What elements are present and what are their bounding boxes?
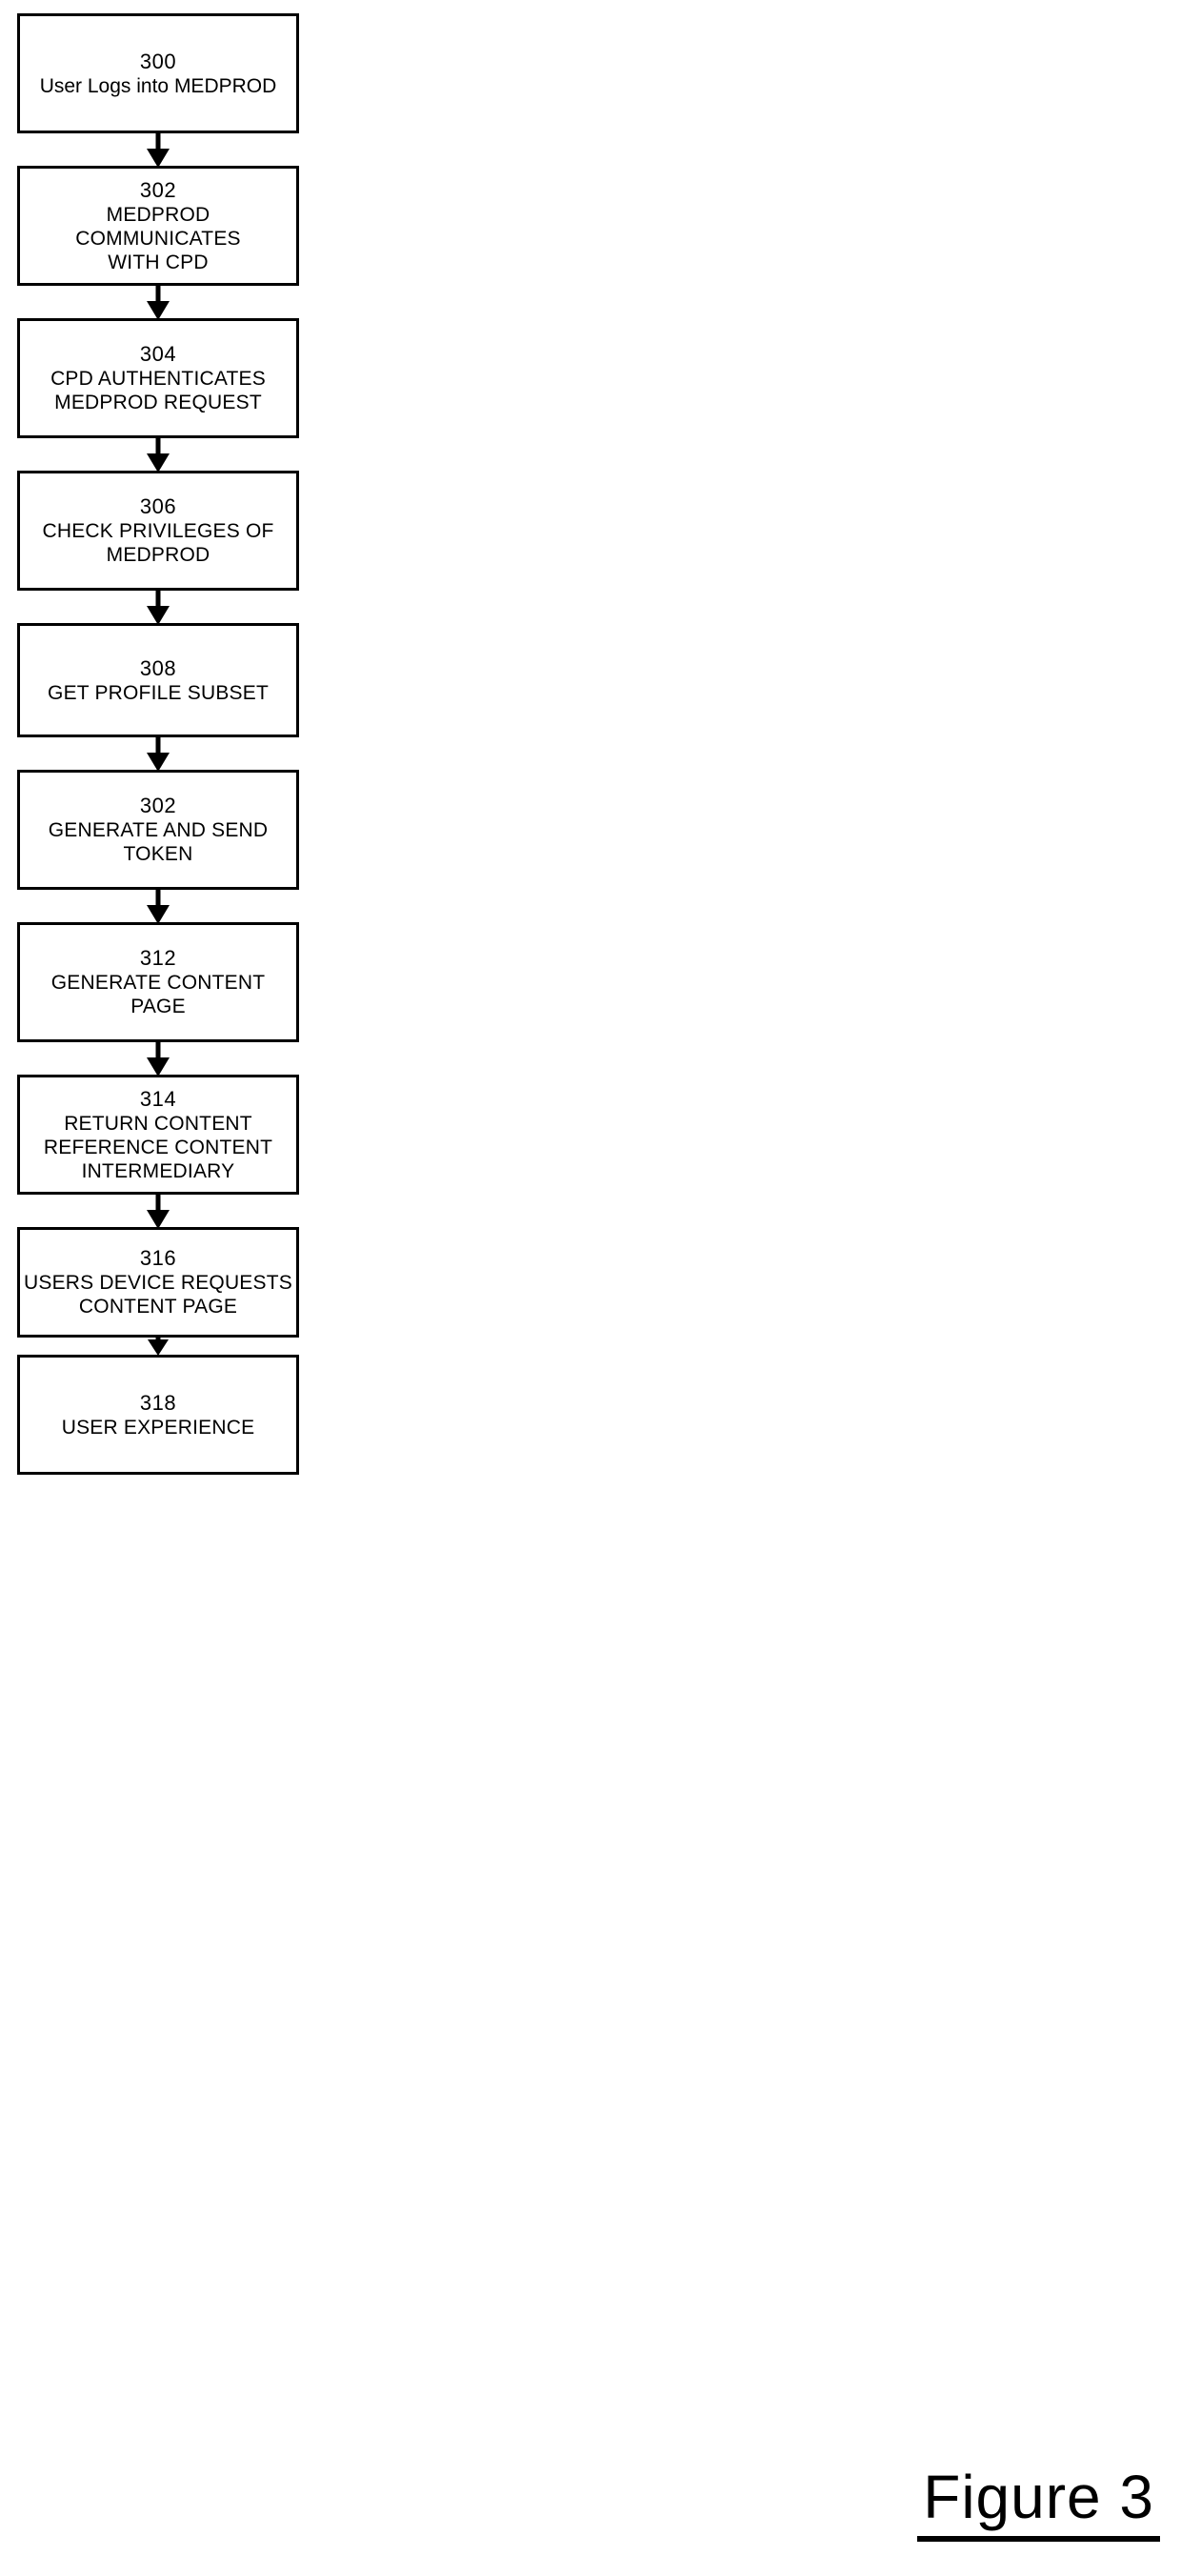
process-node: 314 RETURN CONTENT REFERENCE CONTENT INTE… xyxy=(17,1075,299,1195)
arrow-head xyxy=(148,1339,169,1356)
flow-arrow-down-icon xyxy=(17,1042,299,1077)
node-label: User Logs into MEDPROD xyxy=(39,74,277,97)
flow-arrow-down-icon xyxy=(17,1338,299,1356)
node-reference-number: 306 xyxy=(139,494,177,518)
node-label: RETURN CONTENT REFERENCE CONTENT INTERME… xyxy=(43,1112,273,1182)
arrow-head xyxy=(147,453,170,473)
node-reference-number: 302 xyxy=(139,177,177,202)
process-node: 302 MEDPROD COMMUNICATES WITH CPD xyxy=(17,166,299,286)
node-reference-number: 304 xyxy=(139,342,177,366)
arrow-head xyxy=(147,149,170,168)
flow-arrow-down-icon xyxy=(17,438,299,473)
process-node: 312 GENERATE CONTENT PAGE xyxy=(17,922,299,1042)
process-node: 302 GENERATE AND SEND TOKEN xyxy=(17,770,299,890)
node-label: CHECK PRIVILEGES OF MEDPROD xyxy=(42,520,274,566)
process-node: 308 GET PROFILE SUBSET xyxy=(17,623,299,737)
node-label: GENERATE CONTENT PAGE xyxy=(50,972,266,1017)
flow-arrow-down-icon xyxy=(17,286,299,320)
node-label: MEDPROD COMMUNICATES WITH CPD xyxy=(75,203,241,273)
flow-arrow-down-icon xyxy=(17,737,299,772)
figure-page: 300 User Logs into MEDPROD 302 MEDPROD COMM… xyxy=(0,0,1181,2576)
process-node: 300 User Logs into MEDPROD xyxy=(17,13,299,133)
node-label: CPD AUTHENTICATES MEDPROD REQUEST xyxy=(50,368,266,413)
node-reference-number: 312 xyxy=(139,946,177,970)
flow-arrow-down-icon xyxy=(17,890,299,924)
node-label: USER EXPERIENCE xyxy=(61,1416,255,1439)
node-label: GENERATE AND SEND TOKEN xyxy=(48,819,269,865)
node-reference-number: 308 xyxy=(139,655,177,680)
figure-caption: Figure 3 xyxy=(917,2464,1160,2542)
node-reference-number: 314 xyxy=(139,1086,177,1111)
arrow-head xyxy=(147,905,170,924)
arrow-head xyxy=(147,753,170,772)
flow-arrow-down-icon xyxy=(17,133,299,168)
node-reference-number: 318 xyxy=(139,1390,177,1415)
node-label: USERS DEVICE REQUESTS CONTENT PAGE xyxy=(24,1272,292,1318)
node-reference-number: 300 xyxy=(139,49,177,73)
arrow-head xyxy=(147,1210,170,1229)
arrow-head xyxy=(147,1057,170,1077)
arrow-head xyxy=(147,606,170,625)
flow-arrow-down-icon xyxy=(17,1195,299,1229)
process-node: 318 USER EXPERIENCE xyxy=(17,1355,299,1475)
flowchart: 300 User Logs into MEDPROD 302 MEDPROD COMM… xyxy=(17,13,299,1475)
process-node: 316 USERS DEVICE REQUESTS CONTENT PAGE xyxy=(17,1227,299,1338)
arrow-head xyxy=(147,301,170,320)
node-reference-number: 316 xyxy=(139,1246,177,1270)
process-node: 306 CHECK PRIVILEGES OF MEDPROD xyxy=(17,471,299,591)
node-reference-number: 302 xyxy=(139,794,177,817)
node-label: GET PROFILE SUBSET xyxy=(48,681,269,704)
process-node: 304 CPD AUTHENTICATES MEDPROD REQUEST xyxy=(17,318,299,438)
flow-arrow-down-icon xyxy=(17,591,299,625)
